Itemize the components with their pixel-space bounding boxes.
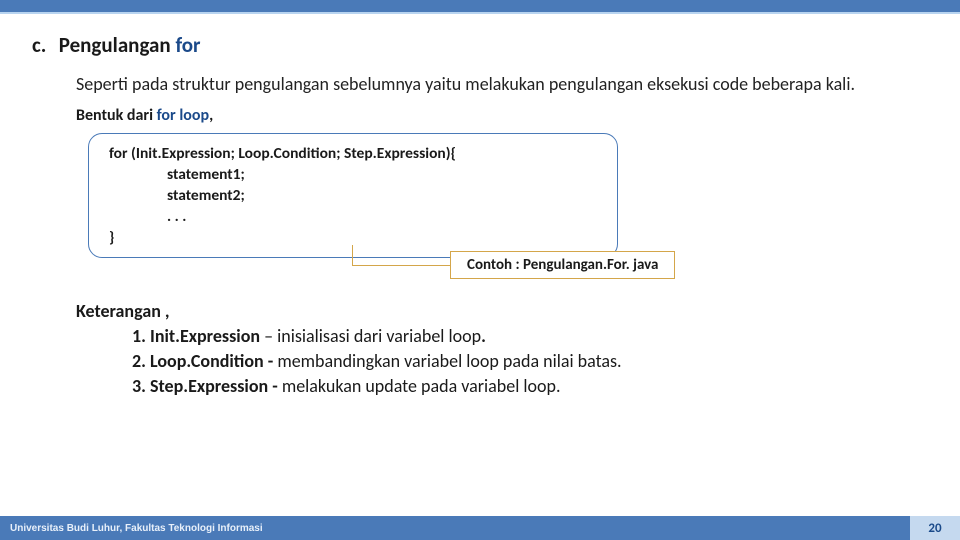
item-sep: – — [260, 325, 277, 347]
footer-institution: Universitas Budi Luhur, Fakultas Teknolo… — [0, 516, 910, 540]
item-term: Init.Expression — [150, 325, 260, 347]
keterangan-list: 1. Init.Expression – inisialisasi dari v… — [132, 324, 928, 400]
page-number: 20 — [910, 516, 960, 540]
item-number: 3. — [132, 375, 146, 397]
intro-paragraph: Seperti pada struktur pengulangan sebelu… — [76, 72, 928, 96]
item-term: Loop.Condition — [150, 350, 264, 372]
code-line-1: for (Init.Expression; Loop.Condition; St… — [109, 144, 597, 165]
item-desc: melakukan update pada variabel loop. — [282, 375, 561, 397]
keterangan-title: Keterangan , — [76, 300, 928, 322]
item-desc: inisialisasi dari variabel loop — [277, 325, 481, 347]
list-item: 2. Loop.Condition - membandingkan variab… — [132, 349, 928, 374]
top-accent-bar — [0, 0, 960, 12]
connector-vertical — [352, 245, 354, 265]
form-suffix: , — [209, 106, 213, 125]
heading-text: Pengulangan — [59, 32, 176, 58]
item-number: 1. — [132, 325, 146, 347]
connector-horizontal — [352, 265, 450, 267]
syntax-box: for (Init.Expression; Loop.Condition; St… — [88, 133, 618, 258]
item-sep: - — [268, 375, 282, 397]
code-line-3: statement2; — [109, 186, 597, 207]
list-item: 1. Init.Expression – inisialisasi dari v… — [132, 324, 928, 349]
example-callout: Contoh : Pengulangan.For. java — [450, 251, 675, 279]
heading-keyword: for — [175, 32, 200, 58]
code-line-2: statement1; — [109, 165, 597, 186]
item-number: 2. — [132, 350, 146, 372]
item-desc: membandingkan variabel loop pada nilai b… — [277, 350, 621, 372]
code-line-4: . . . — [109, 207, 597, 228]
form-keyword: for loop — [157, 106, 209, 125]
heading-marker: c. — [32, 32, 54, 58]
form-prefix: Bentuk dari — [76, 106, 157, 125]
item-term: Step.Expression — [150, 375, 268, 397]
code-wrapper: for (Init.Expression; Loop.Condition; St… — [88, 133, 928, 258]
section-heading: c. Pengulangan for — [32, 32, 928, 58]
item-end: . — [481, 325, 486, 347]
slide-content: c. Pengulangan for Seperti pada struktur… — [0, 14, 960, 399]
list-item: 3. Step.Expression - melakukan update pa… — [132, 374, 928, 399]
form-label: Bentuk dari for loop, — [76, 106, 928, 125]
item-sep: - — [264, 350, 278, 372]
footer-bar: Universitas Budi Luhur, Fakultas Teknolo… — [0, 516, 960, 540]
